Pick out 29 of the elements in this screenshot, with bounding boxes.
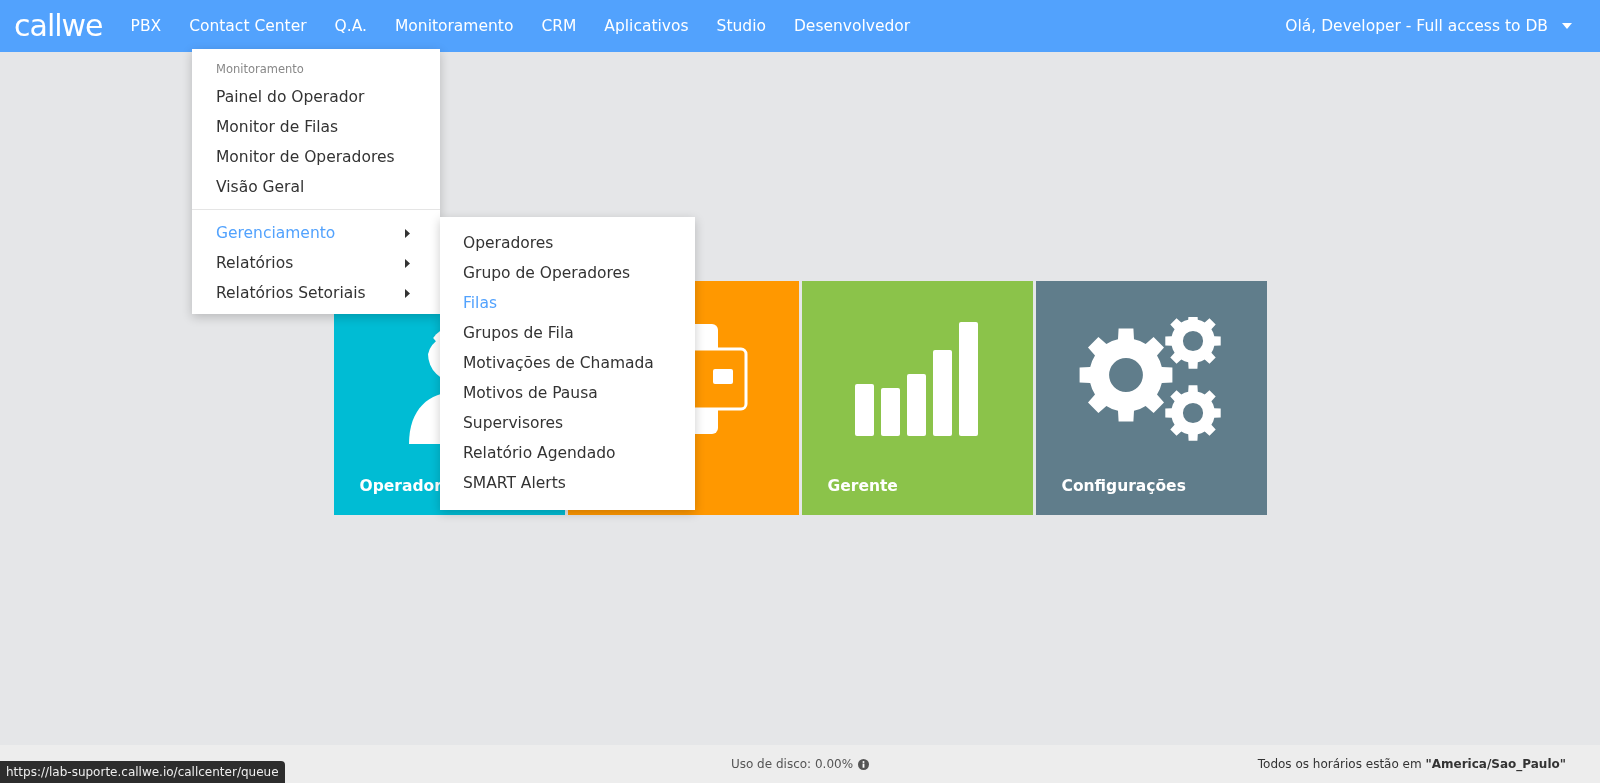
tile-label: Gerente: [827, 477, 898, 495]
menu-item[interactable]: SMART Alerts: [440, 468, 695, 498]
menu-item[interactable]: Relatórios: [192, 248, 440, 278]
menu-header: Monitoramento: [215, 62, 305, 78]
submenu-arrow-icon: [405, 258, 410, 268]
menu-item[interactable]: Grupos de Fila: [440, 318, 695, 348]
menu-item[interactable]: Motivações de Chamada: [440, 348, 695, 378]
timezone-text: Todos os horários estão em "America/Sao_Paulo": [1257, 757, 1566, 771]
gears-icon: [1078, 317, 1224, 442]
menu-item[interactable]: Motivos de Pausa: [440, 378, 695, 408]
menu-item[interactable]: Supervisores: [440, 408, 695, 438]
info-icon[interactable]: [858, 758, 870, 770]
menu-item[interactable]: Monitor de Filas: [192, 112, 440, 142]
bar-chart-icon: [855, 322, 979, 437]
menu-item[interactable]: Grupo de Operadores: [440, 258, 695, 288]
tile-label: Configurações: [1061, 477, 1186, 495]
disk-usage-text: Uso de disco: 0.00%: [730, 757, 854, 771]
caret-icon: [1562, 23, 1572, 29]
menu-item[interactable]: Relatórios Setoriais: [192, 278, 440, 308]
menu-item[interactable]: Relatório Agendado: [440, 438, 695, 468]
status-url: https://lab-suporte.callwe.io/callcenter/queue: [0, 761, 285, 783]
tile-label: Operador: [359, 477, 442, 495]
submenu-arrow-icon: [405, 228, 410, 238]
menu-item[interactable]: Painel do Operador: [192, 82, 440, 112]
menu-item[interactable]: Monitor de Operadores: [192, 142, 440, 172]
menu-item[interactable]: Operadores: [440, 228, 695, 258]
dashboard-tile[interactable]: Configurações: [1035, 281, 1267, 515]
menu-item[interactable]: Visão Geral: [192, 172, 440, 202]
submenu-arrow-icon: [405, 288, 410, 298]
